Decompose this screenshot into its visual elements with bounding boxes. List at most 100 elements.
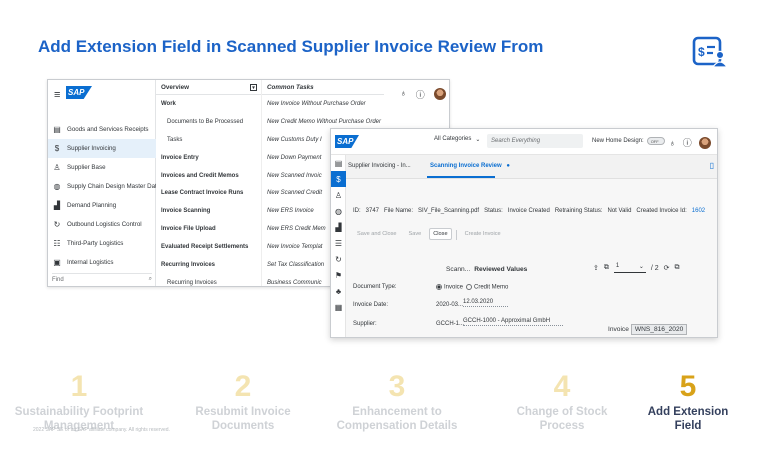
notifications-icon[interactable]: ♁: [400, 88, 407, 101]
person-icon[interactable]: ♙: [331, 187, 346, 203]
slide-title: Add Extension Field in Scanned Supplier …: [38, 37, 544, 56]
svg-text:$: $: [698, 45, 705, 59]
sap-logo: SAP: [335, 135, 359, 148]
overview-item[interactable]: Recurring Invoices: [156, 256, 261, 274]
overview-item[interactable]: Recurring Invoices: [156, 274, 261, 286]
process-steps: 1 Sustainability Footprint Management 2 Resu…: [0, 372, 768, 452]
nav-item-3[interactable]: ◍ Supply Chain Design Master Data: [48, 177, 161, 196]
globe-icon[interactable]: ◍: [331, 203, 346, 219]
sap-logo: SAP: [66, 86, 92, 99]
task-item[interactable]: New Invoice Without Purchase Order: [262, 95, 384, 113]
list-icon[interactable]: ☰: [331, 235, 346, 251]
review-content: ID: 3747 File Name: SIV_File_Scanning.pdf …: [346, 179, 717, 337]
find-field[interactable]: Find ⌕: [52, 273, 152, 283]
avatar[interactable]: [698, 136, 711, 149]
help-icon[interactable]: ⓘ: [683, 136, 692, 149]
overview-header: Overview ▾: [156, 80, 261, 95]
invoice-extension-field: Invoice WNS_816_2020: [608, 324, 688, 335]
avatar[interactable]: [433, 88, 446, 100]
tab-supplier-invoicing[interactable]: Supplier Invoicing - In...: [348, 163, 411, 169]
new-home-design: New Home Design: OFF: [592, 137, 665, 145]
home-design-toggle[interactable]: OFF: [646, 137, 665, 145]
credit-memo-radio[interactable]: Credit Memo: [466, 284, 508, 291]
find-placeholder: Find: [52, 276, 64, 283]
nav-item-7[interactable]: ▣ Internal Logistics: [48, 253, 156, 272]
nav-item-5[interactable]: ↻ Outbound Logistics Control: [48, 215, 156, 234]
created-invoice-link[interactable]: 1602: [692, 208, 705, 214]
side-navigation: ≡ SAP ▤ Goods and Services Receipts $ Suppl…: [48, 80, 161, 286]
page-navigator: ⇪ ⧉ 1 ⌄ / 2 ⟳ ⧉: [593, 263, 680, 273]
tab-scanning-invoice-review[interactable]: Scanning Invoice Review ●: [430, 163, 510, 169]
tab-bar: Supplier Invoicing - In... Scanning Invo…: [346, 155, 717, 179]
nav-item-4[interactable]: ▟ Demand Planning: [48, 196, 156, 215]
overview-item[interactable]: Invoice File Upload: [156, 220, 261, 238]
page-total: / 2: [650, 264, 659, 272]
invoice-info: ID: 3747 File Name: SIV_File_Scanning.pdf …: [353, 208, 706, 214]
copy-pages-icon[interactable]: ⧉: [675, 264, 680, 272]
overview-item[interactable]: Invoice Scanning: [156, 202, 261, 220]
notifications-icon[interactable]: ♁: [669, 138, 676, 148]
step-number: 3: [388, 370, 406, 403]
invoice-label: Invoice: [608, 326, 629, 333]
side-rail: ▤ $ ♙ ◍ ▟ ☰ ↻ ⚑ ♣ ▦: [331, 155, 346, 337]
overview-item[interactable]: Evaluated Receipt Settlements: [156, 238, 261, 256]
hamburger-menu-icon[interactable]: ≡: [54, 90, 60, 101]
tree-icon[interactable]: ♣: [331, 283, 346, 299]
box-icon: ▣: [53, 258, 61, 267]
overview-item[interactable]: Invoices and Credit Memos: [156, 167, 261, 185]
receipt-icon[interactable]: ▤: [331, 155, 346, 171]
globe-icon: ◍: [53, 182, 61, 191]
invoice-date-scanned: 2020-03...: [436, 302, 464, 308]
scanning-review-window: SAP All Categories ⌄ Search Everything Ne…: [330, 128, 718, 338]
category-select[interactable]: All Categories ⌄: [434, 136, 480, 143]
search-input[interactable]: Search Everything: [487, 134, 583, 148]
grid-icon[interactable]: ▦: [331, 299, 346, 315]
supplier-input[interactable]: GCCH-1000 - Approximal GmbH: [463, 318, 563, 326]
help-icon[interactable]: ⓘ: [416, 88, 425, 101]
step-label: Add Extension Field: [647, 406, 729, 432]
rotate-icon[interactable]: ⟳: [664, 264, 670, 272]
overview-item[interactable]: Tasks: [156, 131, 261, 149]
history-icon[interactable]: ↻: [331, 251, 346, 267]
invoice-icon[interactable]: $: [331, 171, 346, 187]
nav-item-label: Supplier Base: [67, 164, 106, 171]
nav-item-label: Demand Planning: [67, 202, 117, 209]
pin-icon[interactable]: ▾: [250, 83, 257, 91]
step-label: Enhancement to Compensation Details: [336, 406, 458, 432]
step-5: 5 Add Extension Field: [608, 372, 768, 433]
document-icon[interactable]: ▯: [710, 161, 714, 170]
upload-icon[interactable]: ⇪: [593, 264, 599, 272]
invoice-date-input[interactable]: 12.03.2020: [463, 299, 508, 307]
nav-item-1[interactable]: $ Supplier Invoicing: [48, 139, 156, 158]
save-button[interactable]: Save: [405, 228, 426, 240]
cycle-icon: ↻: [53, 220, 61, 229]
tab-badge-icon: ●: [506, 163, 510, 169]
step-2: 2 Resubmit Invoice Documents: [163, 372, 323, 433]
overview-item[interactable]: Documents to Be Processed: [156, 113, 261, 131]
nav-item-0[interactable]: ▤ Goods and Services Receipts: [48, 120, 156, 139]
supplier-label: Supplier:: [353, 321, 377, 327]
chart-icon[interactable]: ▟: [331, 219, 346, 235]
search-icon: ⌕: [148, 276, 152, 282]
close-button[interactable]: Close: [429, 228, 452, 240]
nav-item-label: Outbound Logistics Control: [67, 221, 142, 228]
nav-item-2[interactable]: ♙ Supplier Base: [48, 158, 156, 177]
invoice-radio[interactable]: Invoice: [436, 284, 463, 291]
nav-item-label: Third-Party Logistics: [67, 240, 124, 247]
overview-item[interactable]: Work: [156, 95, 261, 113]
invoice-input[interactable]: WNS_816_2020: [630, 324, 688, 335]
invoice-icon: $: [54, 144, 60, 153]
page-select[interactable]: 1 ⌄: [613, 263, 646, 273]
overview-item[interactable]: Lease Contract Invoice Runs: [156, 184, 261, 202]
network-icon: ☷: [53, 239, 61, 248]
invoice-date-label: Invoice Date:: [353, 302, 389, 308]
overview-item[interactable]: Invoice Entry: [156, 149, 261, 167]
save-and-close-button[interactable]: Save and Close: [353, 228, 401, 240]
shell-icons: ♁ ⓘ: [400, 88, 446, 101]
create-invoice-button[interactable]: Create Invoice: [461, 228, 505, 240]
nav-item-label: Internal Logistics: [67, 259, 114, 266]
nav-item-6[interactable]: ☷ Third-Party Logistics: [48, 234, 156, 253]
nav-item-label: Supply Chain Design Master Data: [67, 183, 161, 190]
flag-icon[interactable]: ⚑: [331, 267, 346, 283]
copy-icon[interactable]: ⧉: [604, 264, 609, 272]
